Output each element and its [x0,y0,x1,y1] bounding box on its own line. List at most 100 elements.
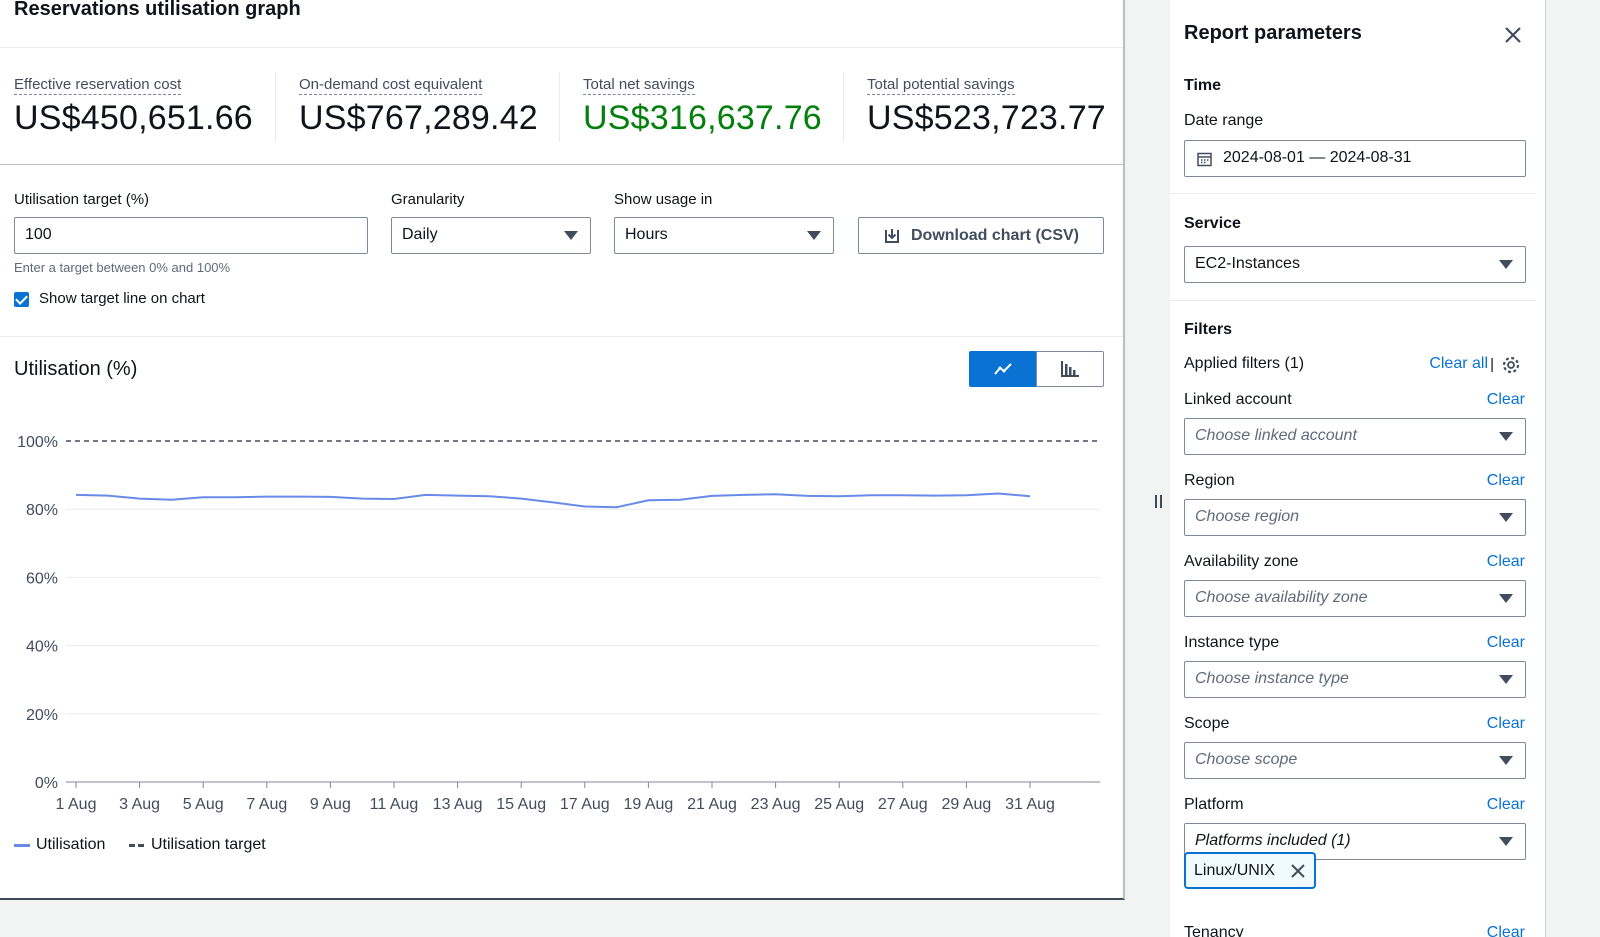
select-placeholder: Choose instance type [1195,670,1349,687]
dismiss-icon[interactable] [1290,863,1306,879]
clear-all-link[interactable]: Clear all [1429,355,1488,373]
target-label: Utilisation target (%) [14,191,150,208]
resize-handle-icon[interactable] [1155,495,1165,509]
report-parameters-panel: Report parameters Time Date range 2024-0… [1170,0,1546,937]
metric-label[interactable]: Total potential savings [867,76,1015,95]
divider [559,72,560,142]
granularity-select[interactable]: Daily [391,217,591,254]
metric-label[interactable]: Total net savings [583,76,695,95]
x-tick-label: 13 Aug [433,796,483,813]
metric-potential-savings: Total potential savings US$523,723.77 [867,76,1106,138]
bar-chart-icon [1061,361,1079,377]
divider [1170,193,1536,194]
x-tick-label: 7 Aug [246,796,287,813]
divider [0,47,1123,48]
applied-filters-count: Applied filters (1) [1184,355,1305,372]
availability-zone-label: Availability zone [1184,553,1299,570]
legend-label: Utilisation [36,836,106,853]
show-target-label[interactable]: Show target line on chart [39,290,205,307]
token-label: Linux/UNIX [1194,861,1275,879]
service-select[interactable]: EC2-Instances [1184,246,1526,283]
caret-down-icon [1499,513,1513,522]
metric-value: US$316,637.76 [583,99,822,137]
x-tick-label: 23 Aug [751,796,801,813]
clear-instance-type[interactable]: Clear [1487,634,1525,652]
bar-chart-toggle[interactable] [1036,351,1104,387]
line-chart-toggle[interactable] [969,351,1037,387]
clear-platform[interactable]: Clear [1487,796,1525,814]
scope-label: Scope [1184,715,1230,732]
availability-zone-select[interactable]: Choose availability zone [1184,580,1526,617]
granularity-label: Granularity [391,191,465,208]
x-tick-label: 25 Aug [814,796,864,813]
select-placeholder: Choose linked account [1195,427,1357,444]
scope-select[interactable]: Choose scope [1184,742,1526,779]
instance-type-select[interactable]: Choose instance type [1184,661,1526,698]
next-panel-edge [0,903,1125,937]
target-hint: Enter a target between 0% and 100% [14,260,231,275]
divider [275,72,276,142]
y-tick-label: 100% [17,434,58,451]
usage-label: Show usage in [614,191,713,208]
clear-tenancy[interactable]: Clear [1487,924,1525,937]
time-heading: Time [1184,77,1222,94]
y-tick-label: 40% [26,639,58,656]
granularity-value: Daily [402,226,438,243]
metric-value: US$450,651.66 [14,99,253,137]
x-tick-label: 27 Aug [878,796,928,813]
metric-on-demand: On-demand cost equivalent US$767,289.42 [299,76,538,138]
linked-account-label: Linked account [1184,391,1292,408]
legend-line-icon [14,843,30,847]
divider [0,336,1123,337]
usage-value: Hours [625,226,668,243]
y-tick-label: 80% [26,502,58,519]
x-tick-label: 31 Aug [1005,796,1055,813]
legend-label: Utilisation target [151,836,266,853]
gear-icon[interactable] [1501,355,1521,375]
calendar-icon [1197,152,1212,167]
utilisation-line [75,492,1031,509]
chart-title: Utilisation (%) [14,358,138,380]
metric-label[interactable]: Effective reservation cost [14,76,182,95]
select-placeholder: Choose scope [1195,751,1298,768]
download-icon [884,228,899,243]
x-tick-label: 3 Aug [119,796,160,813]
date-range-input[interactable]: 2024-08-01 — 2024-08-31 [1184,140,1526,177]
caret-down-icon [1499,675,1513,684]
region-select[interactable]: Choose region [1184,499,1526,536]
legend-utilisation[interactable]: Utilisation [14,836,105,854]
line-chart-icon [994,363,1012,375]
linked-account-select[interactable]: Choose linked account [1184,418,1526,455]
metric-effective-cost: Effective reservation cost US$450,651.66 [14,76,253,138]
metric-label[interactable]: On-demand cost equivalent [299,76,483,95]
target-input[interactable]: 100 [14,217,368,254]
caret-down-icon [1499,837,1513,846]
clear-linked-account[interactable]: Clear [1487,391,1525,409]
x-tick-label: 15 Aug [496,796,546,813]
divider [1170,300,1536,301]
close-icon[interactable] [1504,26,1522,44]
clear-availability-zone[interactable]: Clear [1487,553,1525,571]
clear-region[interactable]: Clear [1487,472,1525,490]
caret-down-icon [1499,260,1513,269]
download-chart-button[interactable]: Download chart (CSV) [858,217,1104,254]
region-label: Region [1184,472,1235,489]
caret-down-icon [1499,432,1513,441]
clear-scope[interactable]: Clear [1487,715,1525,733]
x-tick-label: 9 Aug [310,796,351,813]
x-tick-label: 5 Aug [183,796,224,813]
right-edge [1547,0,1600,937]
side-title: Report parameters [1184,22,1362,44]
instance-type-label: Instance type [1184,634,1280,651]
select-placeholder: Choose availability zone [1195,589,1368,606]
usage-unit-select[interactable]: Hours [614,217,834,254]
filters-heading: Filters [1184,321,1233,338]
tenancy-label: Tenancy [1184,924,1244,937]
legend-dashed-line-icon [129,843,145,847]
separator: | [1490,356,1494,373]
legend-target[interactable]: Utilisation target [129,836,266,854]
date-range-value: 2024-08-01 — 2024-08-31 [1223,149,1412,166]
show-target-checkbox[interactable] [14,292,29,307]
service-heading: Service [1184,215,1241,232]
utilisation-panel: Reservations utilisation graph Effective… [0,0,1125,900]
